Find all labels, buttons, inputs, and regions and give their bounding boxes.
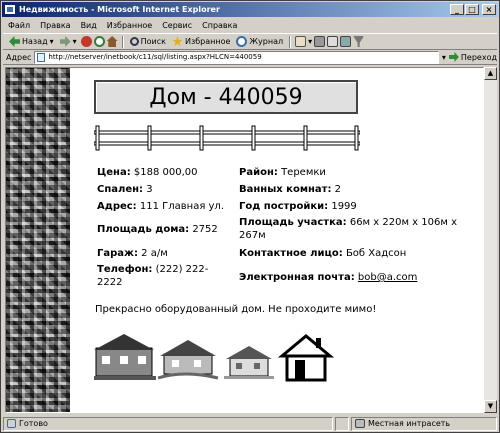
- house-photo-3[interactable]: [224, 346, 274, 379]
- mail-icon[interactable]: [295, 36, 307, 47]
- listing-title: Дом - 440059: [149, 84, 303, 110]
- go-arrow-icon: [448, 52, 459, 62]
- lot-area-row: Площадь участка: 66м x 220м x 106м x 267…: [239, 217, 458, 241]
- home-icon[interactable]: [106, 36, 118, 47]
- status-blank-cell: [335, 416, 349, 431]
- bathrooms-row: Ванных комнат: 2: [239, 184, 342, 195]
- minimize-button[interactable]: _: [450, 4, 464, 15]
- house-area-row: Площадь дома: 2752: [97, 224, 218, 235]
- history-button[interactable]: Журнал: [234, 36, 285, 47]
- page-done-icon: [7, 419, 16, 428]
- menu-bar: Файл Правка Вид Избранное Сервис Справка: [3, 18, 242, 32]
- close-button[interactable]: ×: [482, 4, 496, 15]
- address-input[interactable]: http://netserver/inetbook/c11/sql/listin…: [34, 50, 439, 64]
- price-row: Цена: $188 000,00: [97, 167, 198, 178]
- favorites-star-icon: [172, 36, 183, 47]
- search-icon: [129, 37, 139, 46]
- print-icon[interactable]: [314, 36, 326, 47]
- window-title: Недвижимость - Microsoft Internet Explor…: [19, 5, 220, 14]
- listing-description: Прекрасно оборудованный дом. Не проходит…: [95, 304, 377, 315]
- address-dropdown-icon[interactable]: ▾: [442, 53, 446, 62]
- email-link[interactable]: bob@a.com: [358, 272, 417, 283]
- history-icon: [236, 36, 248, 47]
- decorative-border-pattern: [6, 68, 70, 412]
- address-url: http://netserver/inetbook/c11/sql/listin…: [48, 53, 262, 61]
- zone-cell: Местная интрасеть: [351, 416, 497, 431]
- search-label: Поиск: [140, 37, 166, 46]
- favorites-label: Избранное: [184, 37, 231, 46]
- scroll-down-button[interactable]: ▼: [484, 400, 497, 413]
- toolbar-separator: [289, 35, 292, 48]
- go-button[interactable]: Переход: [448, 52, 497, 62]
- listing-title-box: Дом - 440059: [94, 80, 358, 114]
- phone-row: Телефон: (222) 222-2222: [97, 264, 209, 288]
- back-label: Назад: [22, 37, 48, 46]
- discuss-icon[interactable]: [340, 36, 352, 47]
- year-built-row: Год постройки: 1999: [239, 201, 357, 212]
- forward-dropdown-icon[interactable]: ▾: [73, 37, 77, 46]
- page-icon: [37, 52, 46, 62]
- email-row: Электронная почта: bob@a.com: [239, 272, 418, 283]
- status-text: Готово: [19, 419, 48, 428]
- back-arrow-icon: [9, 36, 20, 47]
- toolbar-separator: [121, 35, 124, 48]
- browser-window: Недвижимость - Microsoft Internet Explor…: [0, 0, 500, 433]
- toolbar: Назад ▾ ▾ Поиск Избранное Журнал ▾: [3, 33, 497, 50]
- favorites-button[interactable]: Избранное: [170, 36, 232, 47]
- stop-icon[interactable]: [80, 36, 92, 47]
- intranet-zone-icon: [355, 419, 365, 428]
- maximize-button[interactable]: □: [465, 4, 479, 15]
- menu-view[interactable]: Вид: [76, 21, 102, 30]
- messenger-icon[interactable]: [353, 36, 365, 47]
- house-photo-1[interactable]: [94, 334, 156, 380]
- menu-tools[interactable]: Сервис: [157, 21, 197, 30]
- menu-file[interactable]: Файл: [3, 21, 35, 30]
- garage-row: Гараж: 2 а/м: [97, 248, 168, 259]
- house-thumbnails: [94, 334, 335, 382]
- history-label: Журнал: [249, 37, 284, 46]
- menu-help[interactable]: Справка: [197, 21, 242, 30]
- address-label: Адрес: [6, 52, 32, 62]
- fence-divider-image: [94, 125, 360, 151]
- status-bar: Готово Местная интрасеть: [3, 415, 497, 432]
- menu-favorites[interactable]: Избранное: [102, 21, 157, 30]
- search-button[interactable]: Поиск: [128, 37, 168, 46]
- back-dropdown-icon[interactable]: ▾: [50, 37, 54, 46]
- menu-edit[interactable]: Правка: [35, 21, 75, 30]
- contact-row: Контактное лицо: Боб Хадсон: [239, 248, 407, 259]
- back-button[interactable]: Назад ▾: [7, 36, 56, 47]
- district-row: Район: Теремки: [239, 167, 326, 178]
- forward-arrow-icon: [59, 36, 71, 47]
- vertical-scrollbar[interactable]: ▲ ▼: [484, 67, 497, 413]
- title-bar: Недвижимость - Microsoft Internet Explor…: [2, 2, 498, 17]
- address-bar: Адрес http://netserver/inetbook/c11/sql/…: [3, 50, 497, 65]
- page-viewport: Дом - 440059 Цена: $188 000,00 Спален: 3…: [5, 67, 484, 413]
- zone-text: Местная интрасеть: [368, 419, 451, 428]
- ie-app-icon: [4, 4, 16, 15]
- forward-button[interactable]: ▾: [58, 36, 79, 47]
- house-drawing-icon[interactable]: [277, 334, 335, 382]
- mail-dropdown-icon[interactable]: ▾: [308, 37, 312, 46]
- status-text-cell: Готово: [3, 416, 333, 431]
- house-photo-2[interactable]: [157, 340, 219, 380]
- address-row: Адрес: 111 Главная ул.: [97, 201, 225, 212]
- listing-content: Дом - 440059 Цена: $188 000,00 Спален: 3…: [94, 68, 474, 412]
- edit-icon[interactable]: [327, 36, 339, 47]
- go-label: Переход: [460, 52, 497, 62]
- refresh-icon[interactable]: [93, 36, 105, 47]
- bedrooms-row: Спален: 3: [97, 184, 153, 195]
- scroll-up-button[interactable]: ▲: [484, 67, 497, 80]
